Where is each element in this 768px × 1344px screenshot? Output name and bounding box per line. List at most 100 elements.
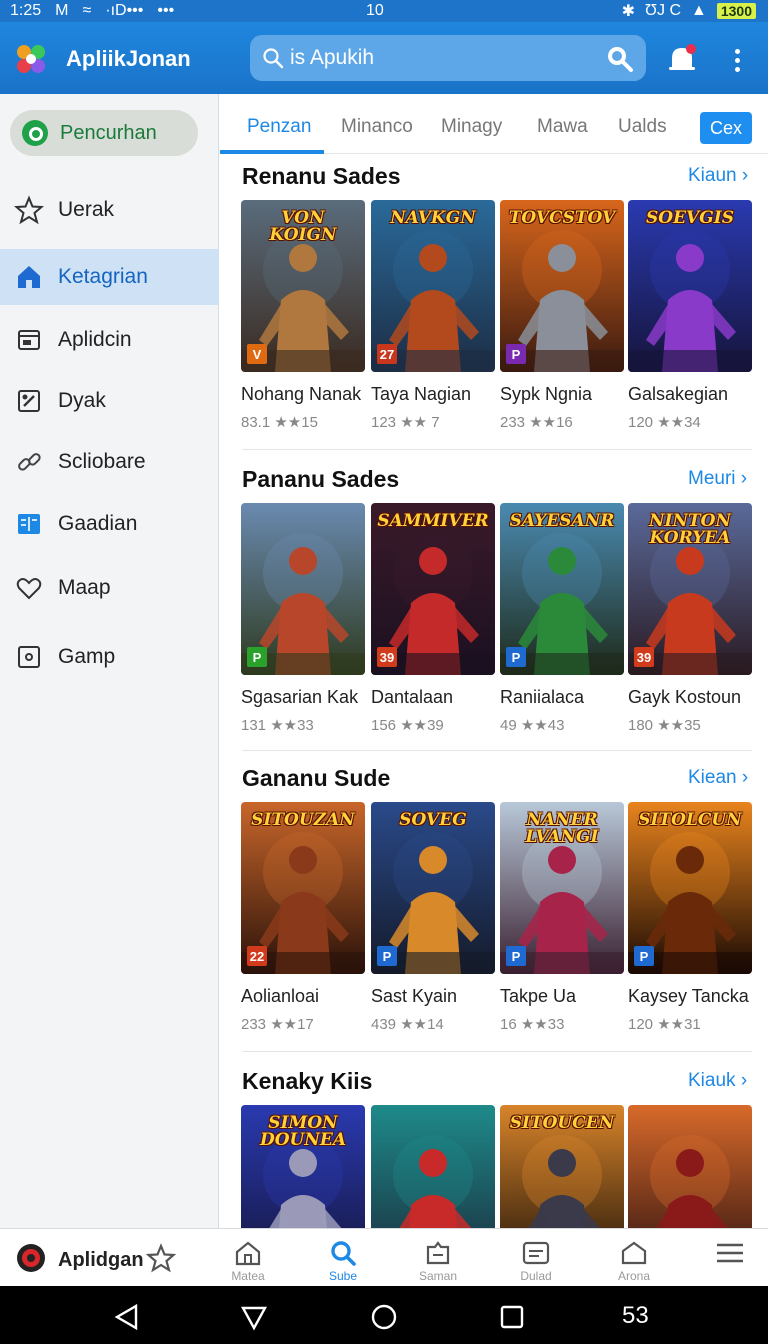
search-action-icon[interactable] xyxy=(604,43,634,73)
sidebar-item-gaadian[interactable]: Gaadian xyxy=(0,496,219,552)
signal-icon: ▲ xyxy=(691,2,707,19)
app-card[interactable] xyxy=(628,1105,752,1228)
app-card[interactable]: SITOUZAN 22 Aolianloai 233 ★★17 xyxy=(241,802,365,1033)
app-card[interactable]: TOVCSTOV P Sypk Ngnia 233 ★★16 xyxy=(500,200,624,431)
section-title: Gananu Sude xyxy=(242,765,391,791)
app-card-art: SOEVGIS xyxy=(628,200,752,372)
tool-icon xyxy=(14,386,44,416)
search-icon xyxy=(331,1241,356,1266)
bottom-nav-sube[interactable]: Sube xyxy=(315,1239,371,1286)
search-box[interactable] xyxy=(250,35,646,81)
app-card-art: NANER LVANGI P xyxy=(500,802,624,974)
system-navigation-bar: 53 xyxy=(0,1286,768,1344)
sidebar-item-label: Aplidcin xyxy=(58,328,132,351)
game-art-title: SITOUZAN xyxy=(251,810,355,830)
sidebar-item-ketagrian[interactable]: Ketagrian xyxy=(0,249,219,305)
game-art-title: SITOLCUN xyxy=(638,810,742,830)
bottom-nav-arona[interactable]: Arona xyxy=(606,1239,662,1286)
more-dot xyxy=(734,48,740,54)
bottom-app-name: Aplidgan xyxy=(58,1249,144,1271)
app-card-name: Taya Nagian xyxy=(371,384,472,404)
app-card[interactable]: SOEVGIS Galsakegian 120 ★★34 xyxy=(628,200,752,431)
app-section: Renanu Sades Kiaun › VON KOIGN V Nohang N… xyxy=(220,155,768,450)
sidebar-item-gamp[interactable]: Gamp xyxy=(0,629,219,685)
sidebar-item-dyak[interactable]: Dyak xyxy=(0,373,219,429)
more-options-button[interactable] xyxy=(726,42,748,78)
bottom-nav-label: Dulad xyxy=(520,1269,552,1283)
tab-action-button[interactable]: Cex xyxy=(700,112,752,144)
search-icon xyxy=(263,48,284,69)
card-icon xyxy=(522,1241,550,1265)
game-badge: 22 xyxy=(247,946,267,966)
sidebar-item-label: Gaadian xyxy=(58,512,138,535)
app-card-name: Nohang Nanak xyxy=(241,384,362,404)
home-circle-icon[interactable] xyxy=(369,1302,399,1332)
house-icon xyxy=(621,1241,647,1265)
app-card-art: SIMON DOUNEA xyxy=(241,1105,365,1228)
section-more-link[interactable]: Meuri › xyxy=(688,468,747,490)
app-card[interactable]: P Sgasarian Kak 131 ★★33 xyxy=(241,503,365,734)
app-card[interactable]: SAYESANR P Raniialaca 49 ★★43 xyxy=(500,503,624,734)
heart-icon xyxy=(14,573,44,603)
app-card-art: P xyxy=(241,503,365,675)
system-extra-label[interactable]: 53 xyxy=(622,1302,649,1330)
app-card[interactable]: SIMON DOUNEA xyxy=(241,1105,365,1228)
sidebar-item-uerak[interactable]: Uerak xyxy=(0,182,219,238)
chevron-right-icon: › xyxy=(740,468,748,489)
bottom-nav-matea[interactable]: Matea xyxy=(220,1239,276,1286)
sidebar-search-chip[interactable]: Pencurhan xyxy=(10,110,198,156)
app-card-art: NINTON KORYEA 39 xyxy=(628,503,752,675)
tab-mawa[interactable]: Mawa xyxy=(537,116,588,138)
search-input[interactable] xyxy=(290,46,590,70)
game-art-title: SAYESANR xyxy=(509,511,615,531)
app-card[interactable]: VON KOIGN V Nohang Nanak 83.1 ★★15 xyxy=(241,200,365,431)
game-art-title: TOVCSTOV xyxy=(508,208,616,228)
section-more-link[interactable]: Kiaun › xyxy=(688,165,748,187)
more-dot xyxy=(734,66,740,72)
section-more-label: Kiauk xyxy=(688,1070,736,1091)
bottom-nav-saman[interactable]: Saman xyxy=(410,1239,466,1286)
game-art-title: NINTON KORYEA xyxy=(648,511,732,548)
bluetooth-icon: ✱ xyxy=(621,3,636,20)
sidebar-item-aplidcin[interactable]: Aplidcin xyxy=(0,312,219,368)
star-icon[interactable] xyxy=(146,1243,176,1273)
back-icon[interactable] xyxy=(112,1302,142,1332)
notification-bell-icon[interactable] xyxy=(664,40,700,76)
app-card-rating: 83.1 ★★15 xyxy=(241,414,318,431)
sidebar-item-maap[interactable]: Maap xyxy=(0,560,219,616)
app-card[interactable]: NINTON KORYEA 39 Gayk Kostoun 180 ★★35 xyxy=(628,503,752,734)
app-card-rating: 233 ★★16 xyxy=(500,414,573,431)
bottom-nav-menu[interactable] xyxy=(702,1239,758,1286)
sidebar-item-scliobare[interactable]: Scliobare xyxy=(0,434,219,490)
search-chip-label: Pencurhan xyxy=(60,121,157,144)
content-area[interactable]: Renanu Sades Kiaun › VON KOIGN V Nohang N… xyxy=(220,155,768,1228)
app-card[interactable]: NAVKGN 27 Taya Nagian 123 ★★ 7 xyxy=(371,200,495,431)
bottom-nav-label: Sube xyxy=(328,1269,358,1283)
game-art-title: VON KOIGN xyxy=(269,208,337,245)
app-card-rating: 16 ★★33 xyxy=(500,1016,565,1033)
app-card[interactable]: SAMMIVER 39 Dantalaan 156 ★★39 xyxy=(371,503,495,734)
game-art-title: SOVEG xyxy=(399,810,467,830)
app-card-name: Sast Kyain xyxy=(371,986,458,1006)
recents-square-icon[interactable] xyxy=(497,1302,527,1332)
section-more-link[interactable]: Kiauk › xyxy=(688,1070,747,1092)
app-logo-icon xyxy=(17,45,45,73)
game-badge: 27 xyxy=(377,344,397,364)
game-badge: P xyxy=(247,647,267,667)
app-card[interactable]: SOVEG P Sast Kyain 439 ★★14 xyxy=(371,802,495,1033)
bottom-nav-dulad[interactable]: Dulad xyxy=(508,1239,564,1286)
app-card[interactable]: SITOUCEN xyxy=(500,1105,624,1228)
tab-minagy[interactable]: Minagy xyxy=(441,116,502,138)
tab-ualds[interactable]: Ualds xyxy=(618,116,667,138)
tab-minanco[interactable]: Minanco xyxy=(341,116,413,138)
bottom-nav-label: Arona xyxy=(617,1269,651,1283)
app-card[interactable] xyxy=(371,1105,495,1228)
tag-icon xyxy=(426,1241,450,1265)
down-triangle-icon[interactable] xyxy=(239,1302,269,1332)
tab-penzan[interactable]: Penzan xyxy=(247,116,311,138)
app-card[interactable]: SITOLCUN P Kaysey Tancka 120 ★★31 xyxy=(628,802,752,1033)
section-more-link[interactable]: Kiean › xyxy=(688,767,748,789)
app-card-art: SITOUZAN 22 xyxy=(241,802,365,974)
star-icon xyxy=(14,195,44,225)
app-card[interactable]: NANER LVANGI P Takpe Ua 16 ★★33 xyxy=(500,802,624,1033)
